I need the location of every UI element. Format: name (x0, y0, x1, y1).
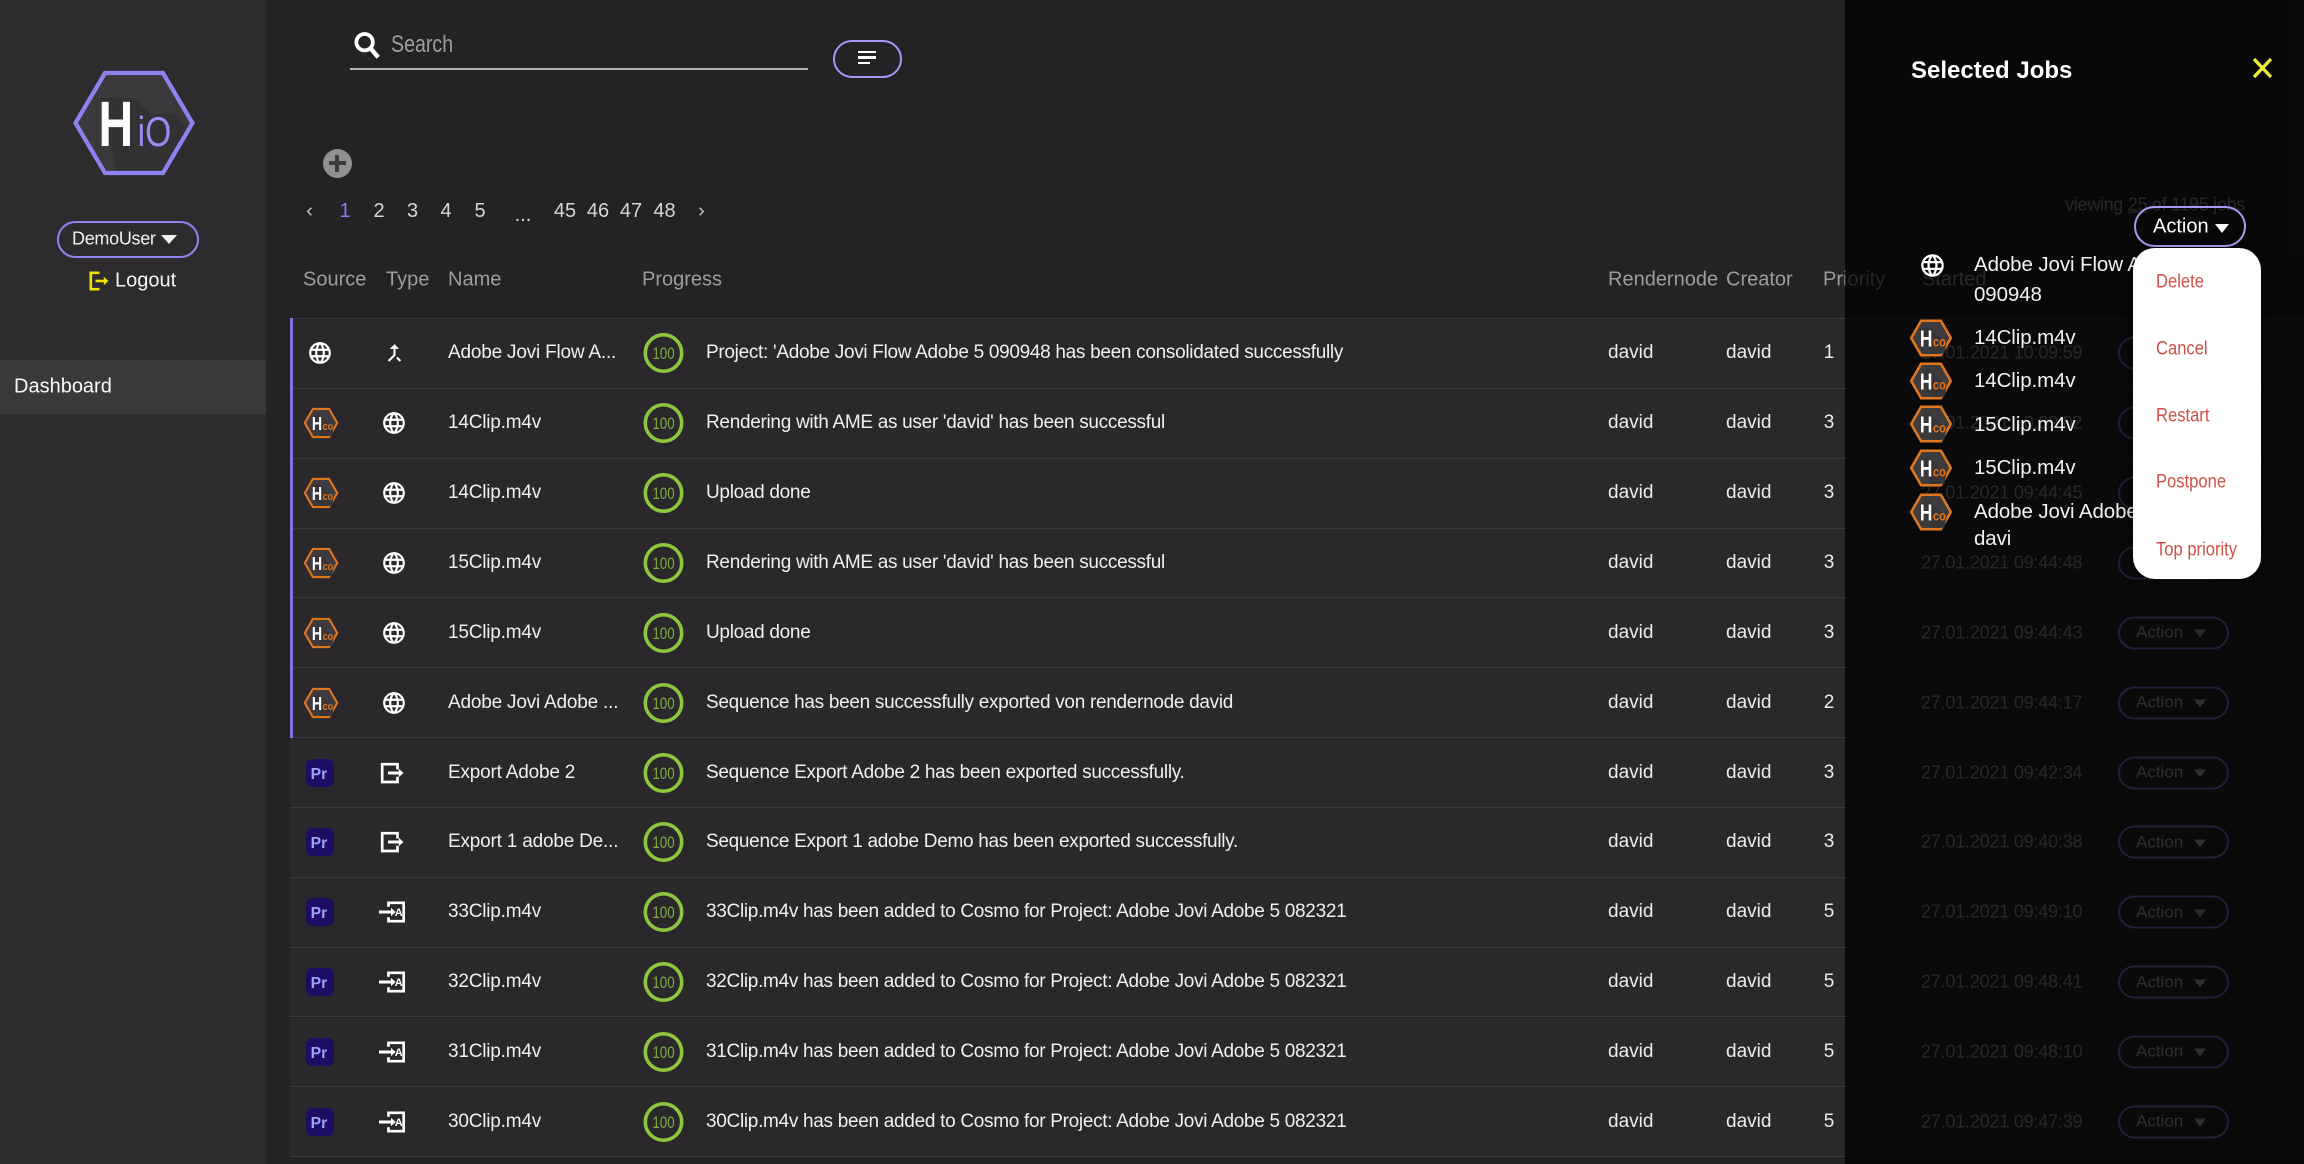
svg-text:100: 100 (652, 625, 674, 642)
svg-text:100: 100 (652, 835, 674, 852)
svg-text:100: 100 (652, 1045, 674, 1062)
svg-text:100: 100 (652, 1114, 674, 1131)
svg-text:100: 100 (652, 556, 674, 573)
svg-text:100: 100 (652, 765, 674, 782)
svg-text:100: 100 (652, 346, 674, 363)
svg-text:100: 100 (652, 975, 674, 992)
svg-text:100: 100 (652, 905, 674, 922)
svg-text:100: 100 (652, 695, 674, 712)
svg-text:iO: iO (138, 110, 172, 156)
svg-text:100: 100 (652, 416, 674, 433)
svg-text:H: H (99, 88, 134, 159)
svg-text:100: 100 (652, 486, 674, 503)
